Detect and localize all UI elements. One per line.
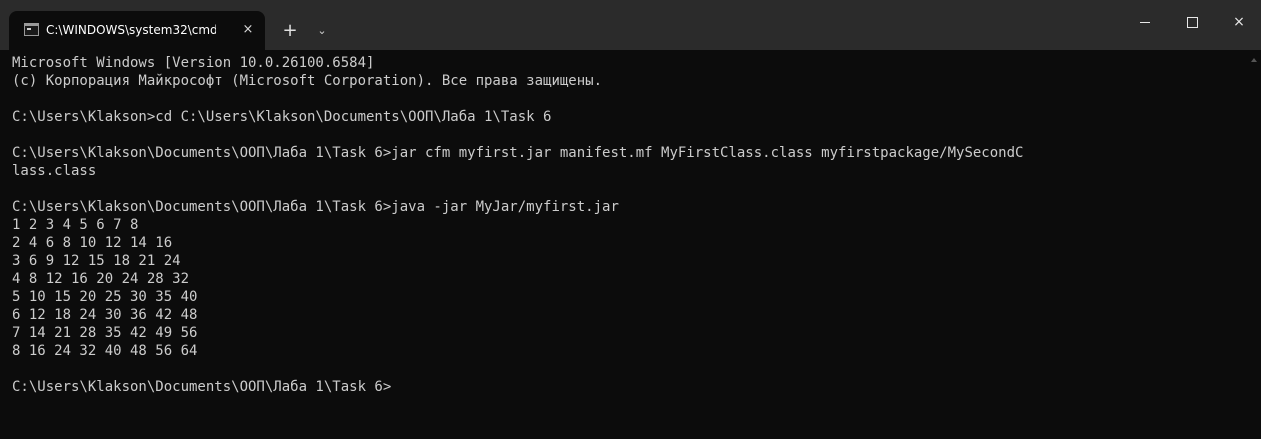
terminal-icon [24, 23, 39, 36]
console-line: 8 16 24 32 40 48 56 64 [12, 343, 198, 359]
terminal-window: C:\WINDOWS\system32\cmd. × + ⌄ × Microso… [0, 0, 1261, 439]
console-line: 6 12 18 24 30 36 42 48 [12, 307, 198, 323]
console-line: C:\Users\Klakson\Documents\ООП\Лаба 1\Ta… [12, 145, 1024, 161]
console-line: C:\Users\Klakson>cd C:\Users\Klakson\Doc… [12, 109, 552, 125]
active-tab[interactable]: C:\WINDOWS\system32\cmd. × [9, 11, 265, 50]
console-line: 5 10 15 20 25 30 35 40 [12, 289, 198, 305]
title-bar: C:\WINDOWS\system32\cmd. × + ⌄ × [0, 0, 1261, 50]
new-tab-plus-icon[interactable]: + [282, 21, 298, 41]
console-line: 4 8 12 16 20 24 28 32 [12, 271, 190, 287]
close-window-button[interactable]: × [1224, 10, 1254, 34]
tab-dropdown-chevron-down-icon[interactable]: ⌄ [315, 21, 329, 41]
maximize-icon [1187, 17, 1198, 28]
prompt-line: C:\Users\Klakson\Documents\ООП\Лаба 1\Ta… [12, 379, 392, 395]
console-line: 2 4 6 8 10 12 14 16 [12, 235, 173, 251]
console-line: (c) Корпорация Майкрософт (Microsoft Cor… [12, 73, 603, 89]
console-line: 3 6 9 12 15 18 21 24 [12, 253, 181, 269]
tab-title: C:\WINDOWS\system32\cmd. [46, 23, 216, 37]
maximize-button[interactable] [1177, 10, 1207, 34]
console-line: 1 2 3 4 5 6 7 8 [12, 217, 139, 233]
console-line: C:\Users\Klakson\Documents\ООП\Лаба 1\Ta… [12, 199, 619, 215]
minimize-icon [1140, 22, 1150, 23]
console-line: Microsoft Windows [Version 10.0.26100.65… [12, 55, 375, 71]
minimize-button[interactable] [1131, 10, 1161, 34]
console-output[interactable]: Microsoft Windows [Version 10.0.26100.65… [12, 54, 1244, 434]
console-line: lass.class [12, 163, 97, 179]
vertical-scrollbar[interactable] [1248, 50, 1261, 439]
tab-close-icon[interactable]: × [241, 20, 255, 40]
console-line: 7 14 21 28 35 42 49 56 [12, 325, 198, 341]
scroll-up-arrow-icon[interactable] [1251, 58, 1257, 62]
